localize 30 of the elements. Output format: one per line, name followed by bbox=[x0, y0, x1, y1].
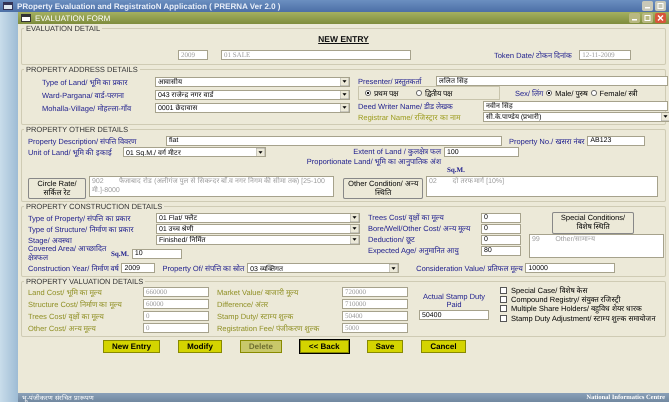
dropdown-arrow-icon[interactable] bbox=[340, 78, 349, 86]
action-button[interactable]: Cancel bbox=[421, 340, 466, 353]
action-button[interactable]: Save bbox=[366, 340, 404, 353]
dropdown-arrow-icon[interactable] bbox=[256, 148, 265, 156]
form-heading: NEW ENTRY bbox=[317, 34, 370, 44]
radio-button-icon[interactable] bbox=[546, 90, 552, 96]
minimize-icon[interactable] bbox=[642, 1, 653, 11]
dropdown-arrow-icon[interactable] bbox=[350, 236, 359, 244]
close-icon[interactable] bbox=[655, 13, 666, 23]
checkbox[interactable] bbox=[500, 305, 507, 312]
checkbox[interactable] bbox=[500, 314, 507, 322]
dropdown-arrow-icon[interactable] bbox=[340, 104, 349, 112]
checkbox[interactable] bbox=[500, 286, 507, 294]
dropdown-arrow-icon[interactable] bbox=[661, 112, 669, 120]
radio-button-icon[interactable] bbox=[590, 90, 597, 96]
maximize-icon[interactable] bbox=[655, 1, 666, 11]
action-button[interactable]: New Entry bbox=[103, 340, 160, 353]
app-title: PRoperty Evaluation and RegistratioN Application ( PRERNA Ver 2.0 ) bbox=[17, 2, 282, 10]
dropdown-arrow-icon[interactable] bbox=[340, 90, 349, 98]
dropdown-arrow-icon[interactable] bbox=[350, 214, 359, 222]
action-button[interactable]: Modify bbox=[178, 340, 222, 353]
action-button[interactable]: << Back bbox=[300, 340, 349, 353]
radio-button-icon[interactable] bbox=[365, 90, 371, 96]
window-icon bbox=[21, 14, 31, 22]
radio-button-icon[interactable] bbox=[416, 90, 422, 96]
dropdown-arrow-icon[interactable] bbox=[350, 224, 359, 233]
form-title: EVALUATION FORM bbox=[35, 14, 112, 22]
window-icon bbox=[3, 2, 13, 10]
dropdown-arrow-icon[interactable] bbox=[389, 264, 398, 272]
checkbox[interactable] bbox=[500, 296, 507, 303]
